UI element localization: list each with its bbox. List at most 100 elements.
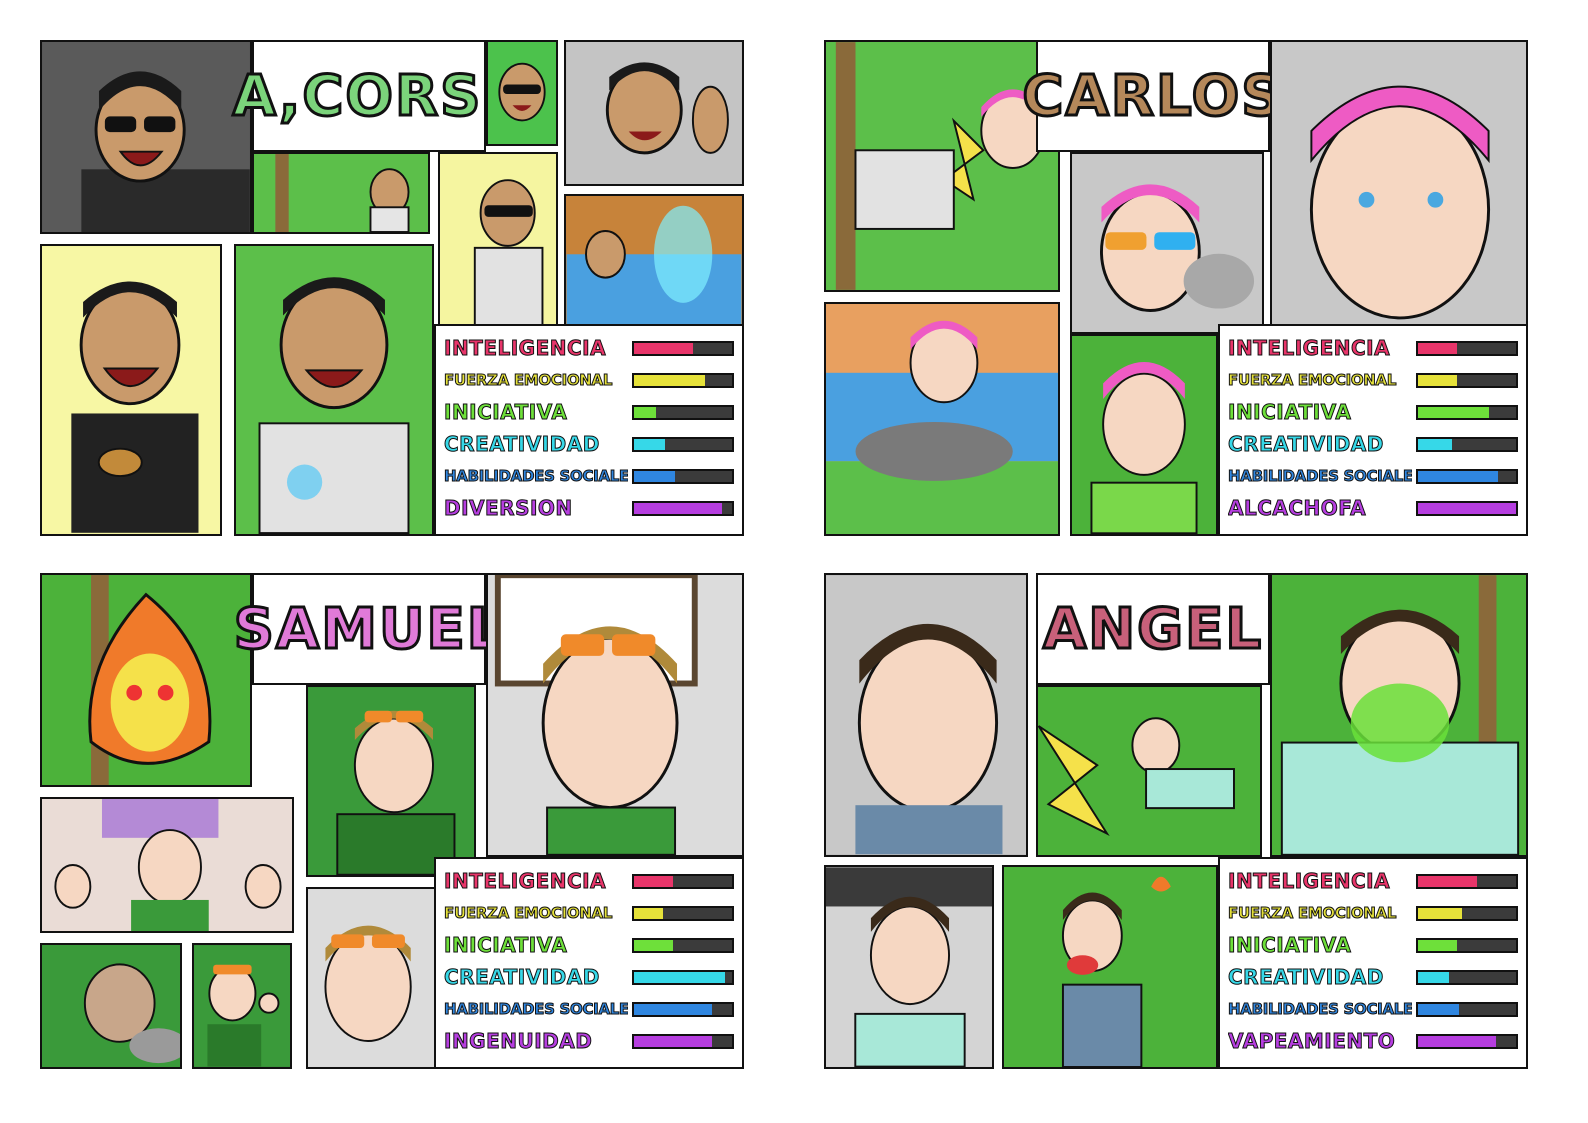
stat-label: CREATIVIDAD: [1228, 965, 1384, 989]
comic-panel-yellow-standing: [438, 152, 558, 334]
stat-row-inteligencia: INTELIGENCIA: [1228, 865, 1518, 897]
comic-panel-necklace: [824, 865, 994, 1069]
comic-panel-river-smoke: [824, 302, 1060, 536]
comic-panel-lying: [40, 943, 182, 1069]
comic-panel-fist: [192, 943, 292, 1069]
comic-illustration: [42, 42, 250, 232]
stat-bar-fill: [634, 470, 676, 482]
stat-bar: [1416, 500, 1518, 516]
stat-row-fuerza-emocional: FUERZA EMOCIONAL: [1228, 364, 1518, 396]
stat-label: INICIATIVA: [1228, 933, 1352, 957]
stat-bar-fill: [634, 939, 674, 951]
stat-bar-fill: [1418, 502, 1516, 514]
comic-panel-burger: [40, 244, 222, 536]
stat-bar-fill: [1418, 1035, 1497, 1047]
comic-illustration: [826, 304, 1058, 534]
comic-panel-closeup: [1270, 40, 1528, 334]
stats-panel: INTELIGENCIA FUERZA EMOCIONAL INICIATIVA…: [434, 857, 744, 1069]
comic-panel-green-shirt: [1070, 334, 1218, 536]
comic-illustration: [256, 154, 426, 232]
stat-bar-fill: [634, 907, 664, 919]
comic-panel-kitchen: [40, 797, 294, 933]
stats-panel: INTELIGENCIA FUERZA EMOCIONAL INICIATIVA…: [1218, 324, 1528, 536]
stat-bar-fill: [1418, 971, 1450, 983]
stat-bar: [632, 969, 734, 985]
character-page-carlos: CARLOS INTELIGENCIA FUERZA EMOCIONAL INI…: [824, 40, 1538, 536]
stat-bar-fill: [1418, 406, 1489, 418]
character-name-box: A,CORSI: [231, 40, 505, 152]
stat-row-fuerza-emocional: FUERZA EMOCIONAL: [1228, 897, 1518, 929]
comic-panel-waving: [564, 40, 744, 186]
stat-label: HABILIDADES SOCIALES: [1228, 1000, 1413, 1018]
stat-bar-fill: [1418, 438, 1453, 450]
stat-row-iniciativa: INICIATIVA: [1228, 396, 1518, 428]
comic-panel-slime: [1270, 573, 1528, 857]
stat-row-fuerza-emocional: FUERZA EMOCIONAL: [444, 364, 734, 396]
stats-panel: INTELIGENCIA FUERZA EMOCIONAL INICIATIVA…: [1218, 857, 1528, 1069]
comic-illustration: [308, 687, 474, 875]
stat-bar: [1416, 905, 1518, 921]
stat-bar-fill: [1418, 470, 1499, 482]
stat-label: DIVERSION: [444, 496, 573, 520]
stat-label: INTELIGENCIA: [1228, 336, 1391, 360]
comic-panel-skeleton-river: [564, 194, 744, 334]
stat-label: INICIATIVA: [1228, 400, 1352, 424]
stat-bar: [632, 1033, 734, 1049]
character-name: ANGEL: [1041, 595, 1264, 663]
stat-bar: [632, 372, 734, 388]
stat-row-habilidades-sociales: HABILIDADES SOCIALES: [444, 993, 734, 1025]
comic-panel-closeup: [824, 573, 1028, 857]
comic-illustration: [1072, 154, 1262, 332]
comic-illustration: [1272, 42, 1526, 332]
stats-panel: INTELIGENCIA FUERZA EMOCIONAL INICIATIVA…: [434, 324, 744, 536]
stat-row-iniciativa: INICIATIVA: [444, 396, 734, 428]
comic-illustration: [566, 42, 742, 184]
stat-bar: [1416, 937, 1518, 953]
stat-row-iniciativa: INICIATIVA: [444, 929, 734, 961]
stat-bar-fill: [634, 971, 726, 983]
comic-panel-angry-splash: [234, 244, 434, 536]
comic-illustration: [194, 945, 290, 1067]
stat-bar: [632, 873, 734, 889]
stat-row-creatividad: CREATIVIDAD: [444, 428, 734, 460]
stat-label: FUERZA EMOCIONAL: [444, 371, 613, 389]
comic-illustration: [826, 575, 1026, 855]
comic-illustration: [488, 42, 556, 144]
stat-bar-fill: [634, 374, 705, 386]
stat-row-creatividad: CREATIVIDAD: [1228, 961, 1518, 993]
character-page-angel: ANGEL INTELIGENCIA FUERZA EMOCIONAL INIC…: [824, 573, 1538, 1069]
stat-row-creatividad: CREATIVIDAD: [1228, 428, 1518, 460]
stat-bar-fill: [1418, 939, 1458, 951]
comic-illustration: [308, 889, 434, 1067]
stat-label: VAPEAMIENTO: [1228, 1029, 1396, 1053]
stat-bar-fill: [1418, 342, 1458, 354]
stat-label: INICIATIVA: [444, 933, 568, 957]
stat-bar: [1416, 1033, 1518, 1049]
stat-bar-fill: [634, 406, 656, 418]
comic-illustration: [43, 799, 291, 931]
stat-row-extra: DIVERSION: [444, 492, 734, 524]
stat-row-extra: ALCACHOFA: [1228, 492, 1518, 524]
stat-bar: [632, 500, 734, 516]
stat-bar-fill: [1418, 907, 1463, 919]
stat-bar-fill: [1418, 374, 1458, 386]
stat-bar-fill: [1418, 875, 1477, 887]
stat-bar-fill: [1418, 1003, 1460, 1015]
stat-label: CREATIVIDAD: [1228, 432, 1384, 456]
comic-illustration: [42, 575, 250, 785]
stat-label: HABILIDADES SOCIALES: [444, 1000, 629, 1018]
comic-illustration: [42, 247, 220, 533]
comic-panel-dash: [1036, 685, 1262, 857]
comic-panel-fire-breath: [1002, 865, 1218, 1069]
stat-row-inteligencia: INTELIGENCIA: [1228, 332, 1518, 364]
comic-illustration: [1272, 575, 1526, 855]
stat-bar-fill: [634, 875, 674, 887]
stat-label: CREATIVIDAD: [444, 965, 600, 989]
stat-row-iniciativa: INICIATIVA: [1228, 929, 1518, 961]
comic-panel-portrait: [306, 887, 436, 1069]
stat-label: FUERZA EMOCIONAL: [1228, 904, 1397, 922]
comic-illustration: [1072, 336, 1216, 534]
stat-row-habilidades-sociales: HABILIDADES SOCIALES: [1228, 993, 1518, 1025]
stat-bar: [1416, 436, 1518, 452]
stat-bar: [1416, 873, 1518, 889]
